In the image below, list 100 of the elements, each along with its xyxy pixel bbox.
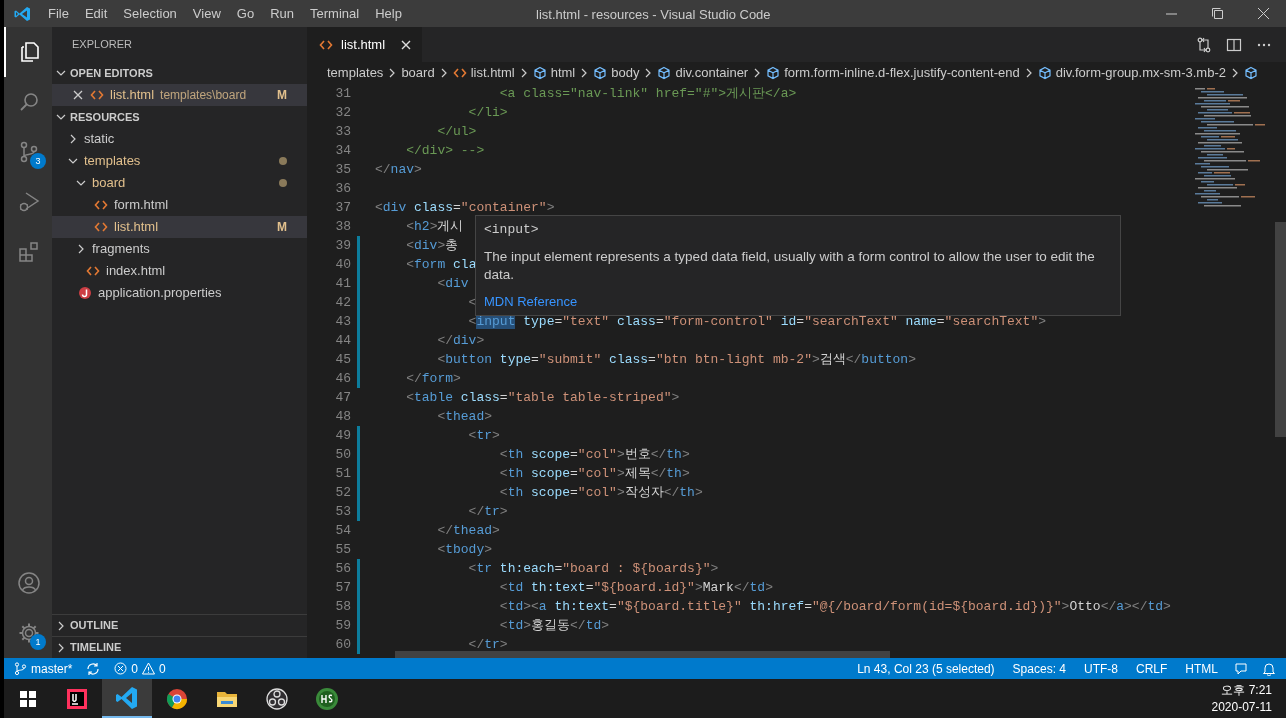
horizontal-scrollbar[interactable] bbox=[395, 651, 890, 658]
code-line: </li> bbox=[467, 103, 508, 122]
tree-item[interactable]: fragments bbox=[52, 238, 307, 260]
section-header[interactable]: OUTLINE bbox=[52, 614, 307, 636]
sync-icon[interactable] bbox=[86, 661, 101, 676]
chevron-down-icon[interactable] bbox=[68, 156, 78, 166]
properties-file-icon bbox=[78, 286, 92, 300]
settings-icon[interactable] bbox=[17, 621, 41, 645]
windows-start-icon[interactable] bbox=[20, 690, 36, 707]
line-number: 57 bbox=[334, 578, 351, 597]
error-icon bbox=[114, 662, 128, 675]
vscode-logo-icon[interactable] bbox=[14, 5, 30, 22]
restore-icon bbox=[1211, 8, 1223, 19]
status-item[interactable]: Spaces: 4 bbox=[1010, 659, 1068, 678]
breadcrumb-item[interactable]: div.container bbox=[653, 63, 753, 83]
status-item[interactable]: HTML bbox=[1183, 659, 1220, 678]
menu-item[interactable]: Selection bbox=[115, 0, 185, 27]
code-line: <th scope="col">제목</th> bbox=[498, 464, 690, 483]
tree-item[interactable]: list.html M bbox=[52, 216, 307, 238]
chevron-right-icon[interactable] bbox=[56, 642, 66, 653]
tree-item[interactable]: index.html bbox=[52, 260, 307, 282]
line-number: 48 bbox=[334, 407, 351, 426]
run-debug-icon[interactable] bbox=[17, 190, 41, 214]
menu-item[interactable]: Help bbox=[367, 0, 410, 27]
hover-title: <input> bbox=[484, 221, 540, 239]
menu-item[interactable]: Go bbox=[228, 0, 263, 27]
file-name: list.html bbox=[110, 86, 155, 105]
code-line: </form> bbox=[405, 369, 461, 388]
code-line: <tr> bbox=[467, 426, 500, 445]
clock-time[interactable]: 오후 7:21 bbox=[1221, 681, 1272, 699]
feedback-icon[interactable] bbox=[1234, 661, 1248, 676]
code-line: </tr> bbox=[467, 635, 508, 654]
chevron-down-icon[interactable] bbox=[76, 178, 86, 188]
tree-item[interactable]: static bbox=[52, 128, 307, 150]
breadcrumb-item[interactable]: div.form-group.mx-sm-3.mb-2 bbox=[1033, 63, 1230, 83]
vscode-icon[interactable] bbox=[115, 685, 139, 710]
chevron-right-icon[interactable] bbox=[76, 244, 86, 254]
cube-icon bbox=[532, 66, 547, 80]
section-header[interactable]: OPEN EDITORS bbox=[52, 62, 307, 84]
section-header[interactable]: RESOURCES bbox=[52, 106, 307, 128]
menu-item[interactable]: Edit bbox=[76, 0, 116, 27]
problems-button[interactable]: 0 0 bbox=[114, 659, 166, 678]
line-number: 33 bbox=[334, 122, 351, 141]
status-item[interactable]: UTF-8 bbox=[1082, 659, 1120, 678]
bell-icon[interactable] bbox=[1262, 661, 1276, 676]
cube-icon bbox=[593, 66, 608, 80]
open-editor-item[interactable]: list.html templates\board M bbox=[52, 84, 307, 106]
breadcrumb-item[interactable]: list.html bbox=[448, 63, 519, 83]
split-editor-icon[interactable] bbox=[1226, 36, 1242, 53]
editor-tab[interactable]: list.html bbox=[307, 27, 422, 62]
compare-icon[interactable] bbox=[1196, 36, 1212, 53]
code-line: <div>총 bbox=[405, 236, 459, 255]
hover-description: The input element represents a typed data field, usually with a form control to allow the user to edit the data. bbox=[484, 247, 1096, 284]
tree-item[interactable]: board bbox=[52, 172, 307, 194]
count-badge: 1 bbox=[30, 634, 46, 650]
mdn-reference-link[interactable]: MDN Reference bbox=[484, 291, 578, 311]
chrome-icon[interactable] bbox=[165, 686, 189, 711]
scrollbar-thumb[interactable] bbox=[1275, 222, 1286, 437]
obs-icon[interactable] bbox=[265, 686, 289, 711]
chevron-down-icon[interactable] bbox=[56, 112, 66, 122]
code-line: <button type="submit" class="btn btn-light mb-2">검색</button> bbox=[436, 350, 916, 369]
close-icon[interactable] bbox=[400, 38, 412, 51]
menu-item[interactable]: Run bbox=[262, 0, 302, 27]
chevron-right-icon[interactable] bbox=[56, 620, 66, 631]
chevron-right-icon[interactable] bbox=[68, 134, 78, 144]
chevron-down-icon[interactable] bbox=[56, 68, 66, 78]
count-badge: 3 bbox=[30, 153, 46, 169]
menu-item[interactable]: Terminal bbox=[302, 0, 368, 27]
status-item[interactable]: CRLF bbox=[1134, 659, 1170, 678]
line-number: 40 bbox=[334, 255, 351, 274]
hs-app-icon[interactable] bbox=[315, 686, 339, 711]
breadcrumb-item[interactable]: body bbox=[589, 63, 644, 83]
account-icon[interactable] bbox=[17, 571, 41, 595]
breadcrumb-item[interactable]: form.form-inline.d-flex.justify-content-end bbox=[762, 63, 1024, 83]
branch-button[interactable]: master* bbox=[14, 659, 73, 678]
breadcrumb-item[interactable]: html bbox=[528, 63, 580, 83]
tree-item[interactable]: templates bbox=[52, 150, 307, 172]
menu-item[interactable]: View bbox=[184, 0, 229, 27]
line-number: 31 bbox=[334, 84, 351, 103]
line-number: 59 bbox=[334, 616, 351, 635]
intellij-icon[interactable] bbox=[65, 686, 89, 711]
extensions-icon[interactable] bbox=[17, 240, 41, 264]
tree-item[interactable]: form.html bbox=[52, 194, 307, 216]
error-count: 0 bbox=[131, 660, 139, 678]
close-icon[interactable] bbox=[72, 89, 84, 101]
status-item[interactable]: Ln 43, Col 23 (5 selected) bbox=[855, 659, 997, 678]
close-icon bbox=[1257, 8, 1269, 19]
line-number: 58 bbox=[334, 597, 351, 616]
tree-item[interactable]: application.properties bbox=[52, 282, 307, 304]
code-file-icon bbox=[94, 198, 108, 212]
breadcrumb-item[interactable]: templates bbox=[323, 63, 388, 83]
code-line: <thead> bbox=[436, 407, 493, 426]
menu-item[interactable]: File bbox=[40, 0, 77, 27]
clock-date[interactable]: 2020-07-11 bbox=[1211, 698, 1272, 716]
code-line: <div class="container"> bbox=[375, 198, 555, 217]
folder-name: board bbox=[92, 174, 126, 193]
code-line: <tbody> bbox=[436, 540, 493, 559]
code-line: <td>홍길동</td> bbox=[498, 616, 610, 635]
code-line: </div> bbox=[436, 331, 485, 350]
breadcrumb-item[interactable]: board bbox=[397, 63, 439, 83]
